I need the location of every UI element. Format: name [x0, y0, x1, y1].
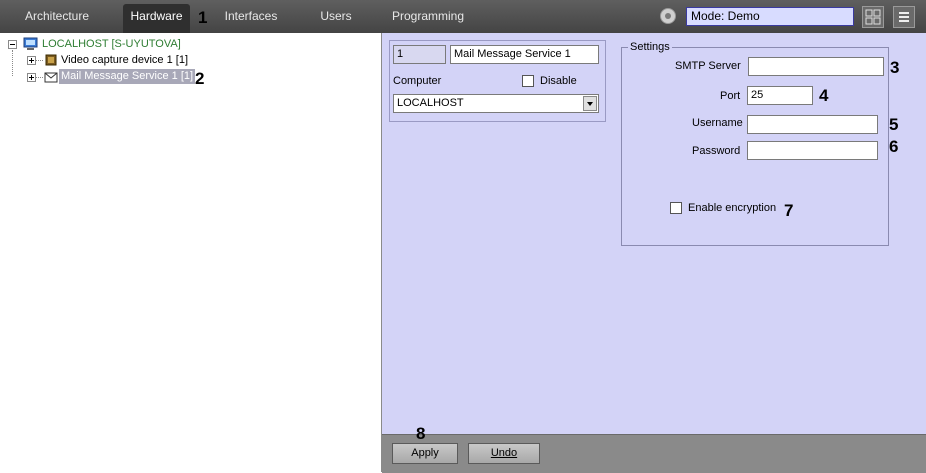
dropdown-arrow-icon[interactable]	[583, 96, 597, 111]
top-toolbar: Architecture Hardware Interfaces Users P…	[0, 0, 926, 33]
callout-5: 5	[889, 115, 899, 134]
object-name-field[interactable]: Mail Message Service 1	[450, 45, 599, 64]
expand-toggle-icon[interactable]	[27, 73, 36, 82]
callout-8: 8	[416, 424, 426, 443]
computer-icon	[23, 37, 38, 54]
layout-grid-icon[interactable]	[862, 6, 884, 28]
callout-4: 4	[819, 86, 829, 105]
undo-button[interactable]: Undo	[468, 443, 540, 464]
callout-7: 7	[784, 201, 794, 220]
callout-6: 6	[889, 137, 899, 156]
tree-line	[36, 60, 43, 61]
collapse-toggle-icon[interactable]	[8, 40, 17, 49]
tab-users[interactable]: Users	[310, 4, 362, 33]
apply-button[interactable]: Apply	[392, 443, 458, 464]
computer-select-value: LOCALHOST	[397, 97, 464, 109]
tree-line	[36, 77, 43, 78]
tree-root-localhost[interactable]: LOCALHOST [S-UYUTOVA]	[42, 37, 181, 52]
smtp-server-label: SMTP Server	[675, 60, 741, 72]
enable-encryption-label: Enable encryption	[688, 202, 777, 214]
disable-label: Disable	[540, 75, 577, 87]
password-label: Password	[692, 145, 741, 157]
tab-architecture[interactable]: Architecture	[16, 4, 98, 33]
settings-gear-icon[interactable]	[660, 8, 676, 24]
mail-icon	[44, 70, 58, 87]
tab-interfaces[interactable]: Interfaces	[216, 4, 286, 33]
smtp-server-input[interactable]	[748, 57, 884, 76]
video-device-icon	[44, 53, 58, 70]
tree-item-video-capture[interactable]: Video capture device 1 [1]	[61, 53, 188, 68]
hardware-tree: LOCALHOST [S-UYUTOVA] Video capture devi…	[0, 33, 382, 472]
menu-icon[interactable]	[893, 6, 915, 28]
tab-hardware[interactable]: Hardware	[123, 4, 190, 33]
computer-label: Computer	[393, 75, 442, 87]
expand-toggle-icon[interactable]	[27, 56, 36, 65]
username-label: Username	[692, 117, 743, 129]
callout-2: 2	[195, 69, 205, 88]
bottom-action-bar	[382, 434, 926, 473]
disable-checkbox[interactable]	[522, 75, 534, 87]
mode-display: Mode: Demo	[686, 7, 854, 26]
callout-1: 1	[198, 8, 208, 27]
object-id-field: 1	[393, 45, 446, 64]
password-input[interactable]	[747, 141, 878, 160]
tree-item-mail-service[interactable]: Mail Message Service 1 [1]	[59, 69, 196, 84]
tree-line	[12, 50, 13, 76]
port-input[interactable]: 25	[747, 86, 813, 105]
port-label: Port	[720, 90, 741, 102]
settings-group-title: Settings	[628, 41, 672, 53]
enable-encryption-checkbox[interactable]	[670, 202, 682, 214]
callout-3: 3	[890, 58, 900, 77]
username-input[interactable]	[747, 115, 878, 134]
computer-select[interactable]: LOCALHOST	[393, 94, 599, 113]
tab-programming[interactable]: Programming	[387, 4, 469, 33]
